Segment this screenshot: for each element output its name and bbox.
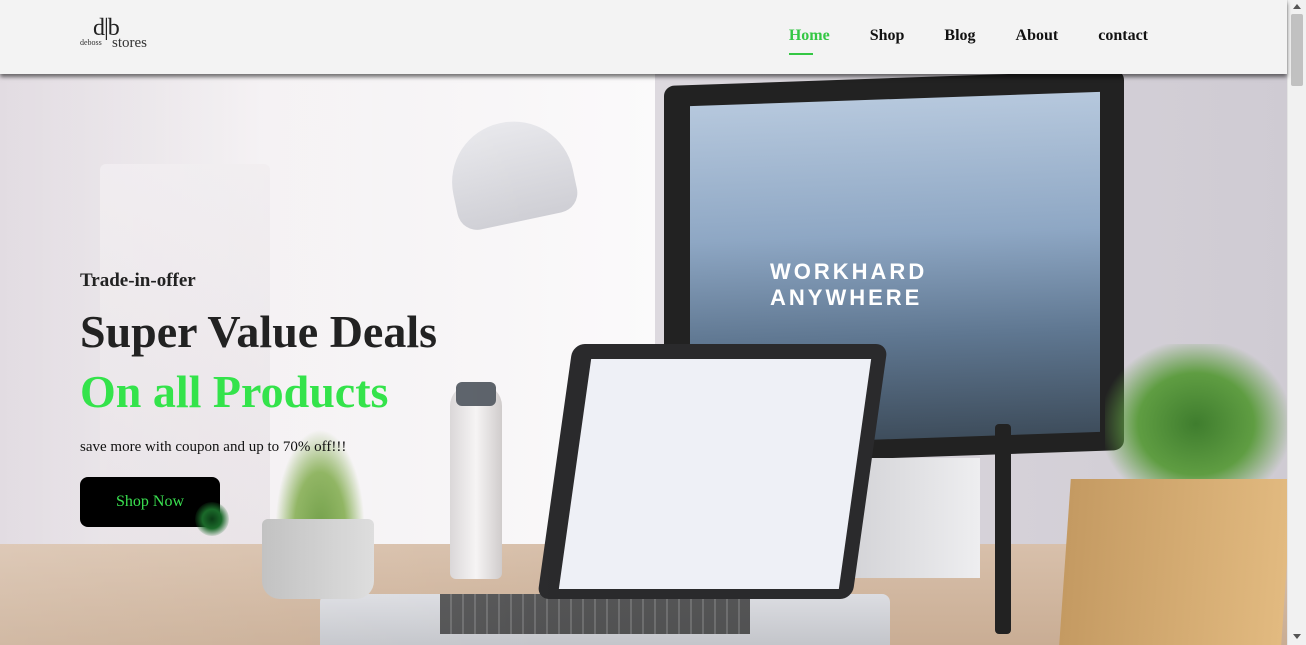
monitor-screen-text: WORKHARD ANYWHERE [770,259,928,310]
page-scrollbar[interactable] [1287,0,1306,645]
wooden-pot [1059,479,1287,645]
hero-highlight: On all Products [80,366,389,417]
nav-item-contact[interactable]: contact [1098,27,1148,45]
nav-item-home[interactable]: Home [788,27,830,55]
scrollbar-thumb[interactable] [1291,14,1303,86]
hero-title: Super Value Deals [80,306,438,357]
hero-eyebrow: Trade-in-offer [80,270,196,291]
logo[interactable]: d|b deboss stores [80,15,162,53]
nav-item-shop[interactable]: Shop [870,27,905,45]
logo-stores-text: stores [112,35,147,51]
pen [995,424,1011,634]
hero-subtitle: save more with coupon and up to 70% off!… [80,439,347,455]
cursor-glow [195,502,229,536]
site-header: d|b deboss stores Home Shop Blog About c… [0,0,1287,74]
laptop-screen [558,359,872,589]
nav-item-blog[interactable]: Blog [944,27,975,45]
scroll-up-icon[interactable] [1293,4,1301,9]
scroll-down-icon[interactable] [1293,634,1301,639]
nav-item-about[interactable]: About [1016,27,1059,45]
hero-overlay [0,74,560,645]
logo-small-text: deboss [80,38,102,47]
main-nav: Home Shop Blog About contact [788,27,1148,55]
hero-section: WORKHARD ANYWHERE [0,74,1287,645]
